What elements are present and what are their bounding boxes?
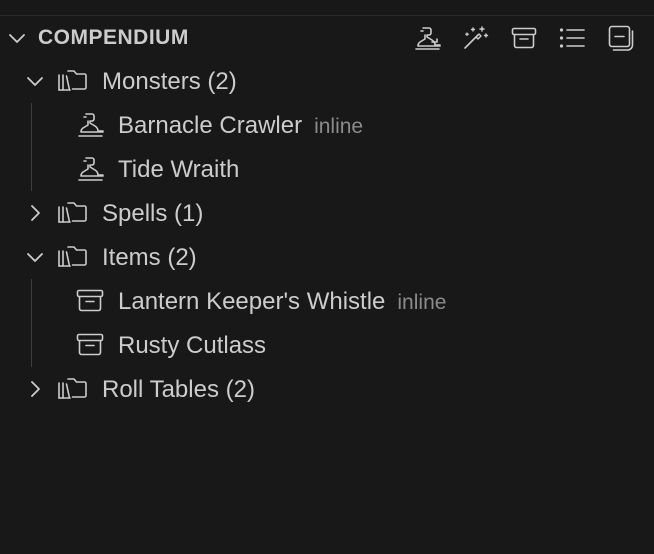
monster-icon [74,155,106,183]
magic-wand-icon [464,26,489,49]
monster-icon [415,27,441,50]
tree-item-barnacle-crawler[interactable]: Barnacle Crawler inline [0,103,654,147]
archive-box-icon [74,331,106,359]
tree-folder-items[interactable]: Items (2) [0,235,654,279]
add-spell-button[interactable] [459,22,491,54]
folder-library-icon [56,243,88,271]
archive-box-icon [511,27,537,49]
add-item-button[interactable] [508,22,540,54]
chevron-down-icon[interactable] [24,70,46,92]
tree-item-label: Rusty Cutlass [118,332,267,359]
tree-item-rusty-cutlass[interactable]: Rusty Cutlass [0,323,654,367]
folder-library-icon [56,375,88,403]
tree-folder-label: Spells (1) [102,200,204,227]
tree-item-lantern-keepers-whistle[interactable]: Lantern Keeper's Whistle inline [0,279,654,323]
monster-icon [74,111,106,139]
collapse-all-icon [608,25,634,51]
tree-folder-spells[interactable]: Spells (1) [0,191,654,235]
archive-box-icon [74,287,106,315]
folder-library-icon [56,199,88,227]
collapse-all-button[interactable] [605,22,637,54]
tree-folder-roll-tables[interactable]: Roll Tables (2) [0,367,654,411]
tree-item-label: Barnacle Crawler [118,112,303,139]
tree-folder-label: Items (2) [102,244,197,271]
list-icon [559,28,585,48]
tree-folder-label: Roll Tables (2) [102,376,255,403]
chevron-down-icon[interactable] [24,246,46,268]
chevron-right-icon[interactable] [24,378,46,400]
tree-item-tide-wraith[interactable]: Tide Wraith [0,147,654,191]
header-actions [0,22,654,54]
tree-folder-monsters[interactable]: Monsters (2) [0,59,654,103]
section-header[interactable]: COMPENDIUM [0,16,654,60]
tree-item-label: Tide Wraith [118,156,240,183]
folder-library-icon [56,67,88,95]
add-monster-button[interactable] [411,22,443,54]
chevron-right-icon[interactable] [24,202,46,224]
tree-item-description: inline [314,115,364,138]
add-roll-table-button[interactable] [556,22,588,54]
tree-folder-label: Monsters (2) [102,68,237,95]
tree-item-description: inline [397,291,447,314]
tree-item-label: Lantern Keeper's Whistle [118,288,386,315]
